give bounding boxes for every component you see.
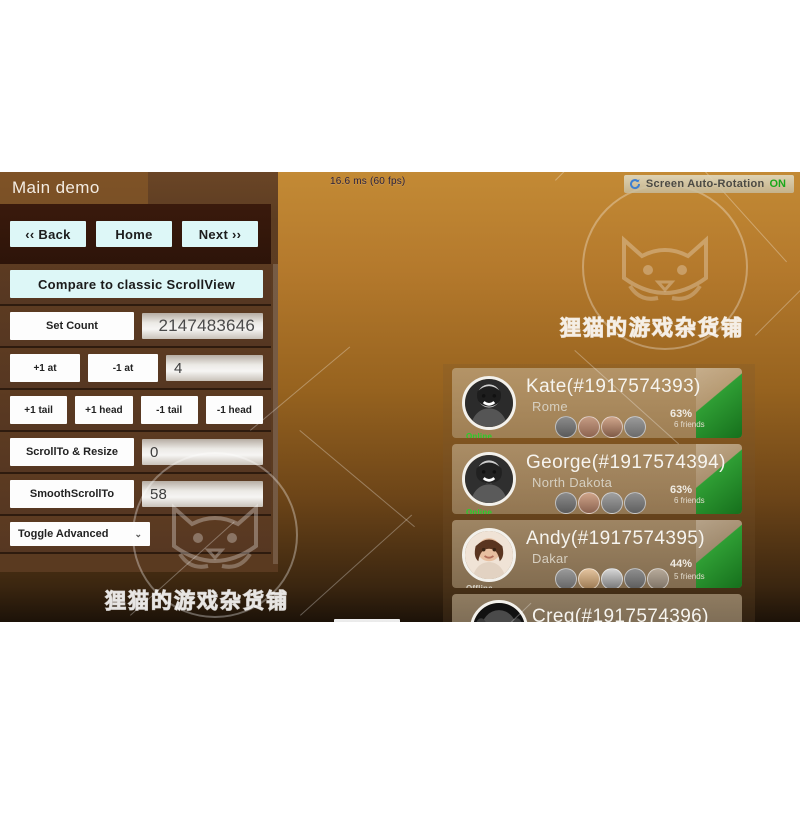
chevron-down-icon: ⌄ <box>134 528 142 539</box>
avatar <box>462 528 516 582</box>
at-index-input[interactable]: 4 <box>166 355 263 381</box>
toggle-advanced-label: Toggle Advanced <box>18 528 109 540</box>
watermark-line <box>404 0 506 113</box>
contact-name: George(#1917574394) <box>526 452 726 473</box>
screenshot-stage: Main demo ‹‹ Back Home Next ›› Compare t… <box>0 0 800 817</box>
contact-card[interactable]: 44% Offline Andy(#1917574395) Dakar <box>452 520 742 588</box>
snap-checkbox[interactable]: ✓ SNAP <box>334 619 400 622</box>
scrollto-and-resize-button[interactable]: ScrollTo & Resize <box>10 438 134 466</box>
set-count-row: Set Count 2147483646 <box>0 306 271 348</box>
contact-city: Dakar <box>532 551 569 566</box>
avatar-photo-andy <box>465 531 513 579</box>
smooth-scrollto-button[interactable]: SmoothScrollTo <box>10 480 134 508</box>
watermark-line <box>555 73 662 181</box>
plus-one-head-button[interactable]: +1 head <box>75 396 133 424</box>
left-panel-scrollbar[interactable] <box>273 264 278 564</box>
head-tail-row: +1 tail +1 head -1 tail -1 head <box>0 390 271 432</box>
rotate-icon <box>629 178 641 190</box>
window-titlebar: Main demo <box>0 172 148 204</box>
contact-city: North Dakota <box>532 475 613 490</box>
contact-city: Rome <box>532 399 568 414</box>
friend-avatar-strip[interactable] <box>555 492 646 514</box>
avatar-photo-kate <box>465 379 513 427</box>
minus-one-head-button[interactable]: -1 head <box>205 396 263 424</box>
next-button[interactable]: Next ›› <box>182 221 258 247</box>
contact-name: Andy(#1917574395) <box>526 528 705 549</box>
contact-percent: 63% <box>669 484 692 496</box>
friend-avatar-strip[interactable] <box>555 568 669 588</box>
left-control-panel: Main demo ‹‹ Back Home Next ›› Compare t… <box>0 172 278 572</box>
contact-card[interactable]: Offline Creg(#1917574396) Amsterdam 9 fr… <box>452 594 742 622</box>
screen-auto-rotation-toggle[interactable]: Screen Auto-Rotation ON <box>623 175 794 193</box>
at-index-row: +1 at -1 at 4 <box>0 348 271 390</box>
friend-count: 6 friends <box>674 420 705 429</box>
contact-percent: 44% <box>669 558 692 570</box>
toggle-advanced-button[interactable]: Toggle Advanced ⌄ <box>10 522 150 546</box>
fps-counter: 16.6 ms (60 fps) <box>330 176 406 187</box>
home-button[interactable]: Home <box>96 221 172 247</box>
status-badge: Online <box>466 432 493 438</box>
minus-one-at-button[interactable]: -1 at <box>88 354 158 382</box>
compare-to-classic-scrollview-button[interactable]: Compare to classic ScrollView <box>10 270 263 298</box>
back-button[interactable]: ‹‹ Back <box>10 221 86 247</box>
set-count-button[interactable]: Set Count <box>10 312 134 340</box>
page-title: Main demo <box>12 178 100 197</box>
contact-percent: 63% <box>669 408 692 420</box>
snap-label: SNAP <box>351 622 384 623</box>
watermark-line <box>404 705 521 817</box>
plus-one-tail-button[interactable]: +1 tail <box>10 396 68 424</box>
contact-name: Creg(#1917574396) <box>532 606 709 622</box>
status-badge: Online <box>466 508 493 514</box>
smooth-scrollto-input[interactable]: 58 <box>142 481 263 507</box>
rotation-label: Screen Auto-Rotation <box>645 178 765 190</box>
scrollto-resize-row: ScrollTo & Resize 0 <box>0 432 271 474</box>
avatar <box>462 452 516 506</box>
friend-count: 6 friends <box>674 496 705 505</box>
plus-one-at-button[interactable]: +1 at <box>10 354 80 382</box>
friend-count: 5 friends <box>674 572 705 581</box>
rotation-state: ON <box>769 178 787 190</box>
avatar <box>470 600 528 622</box>
compare-row: Compare to classic ScrollView <box>0 264 271 306</box>
contact-name: Kate(#1917574393) <box>526 376 701 397</box>
contact-card[interactable]: 63% Online Kate(#1917574393) Rome 6 frie… <box>452 368 742 438</box>
minus-one-tail-button[interactable]: -1 tail <box>140 396 198 424</box>
set-count-input[interactable]: 2147483646 <box>142 313 263 339</box>
avatar-photo-creg <box>473 603 525 622</box>
contact-list[interactable]: 63% Online Kate(#1917574393) Rome 6 frie… <box>443 364 755 622</box>
contact-card[interactable]: 63% Online George(#1917574394) North Dak… <box>452 444 742 514</box>
avatar <box>462 376 516 430</box>
watermark-line <box>0 670 85 756</box>
control-rows: Compare to classic ScrollView Set Count … <box>0 264 271 554</box>
nav-button-bar: ‹‹ Back Home Next ›› <box>0 204 271 264</box>
status-badge: Offline <box>466 584 493 588</box>
avatar-photo-george <box>465 455 513 503</box>
friend-avatar-strip[interactable] <box>555 416 646 438</box>
scrollto-resize-input[interactable]: 0 <box>142 439 263 465</box>
smooth-scrollto-row: SmoothScrollTo 58 <box>0 474 271 516</box>
toggle-advanced-row: Toggle Advanced ⌄ <box>0 516 271 554</box>
app-viewport: Main demo ‹‹ Back Home Next ›› Compare t… <box>0 172 800 622</box>
